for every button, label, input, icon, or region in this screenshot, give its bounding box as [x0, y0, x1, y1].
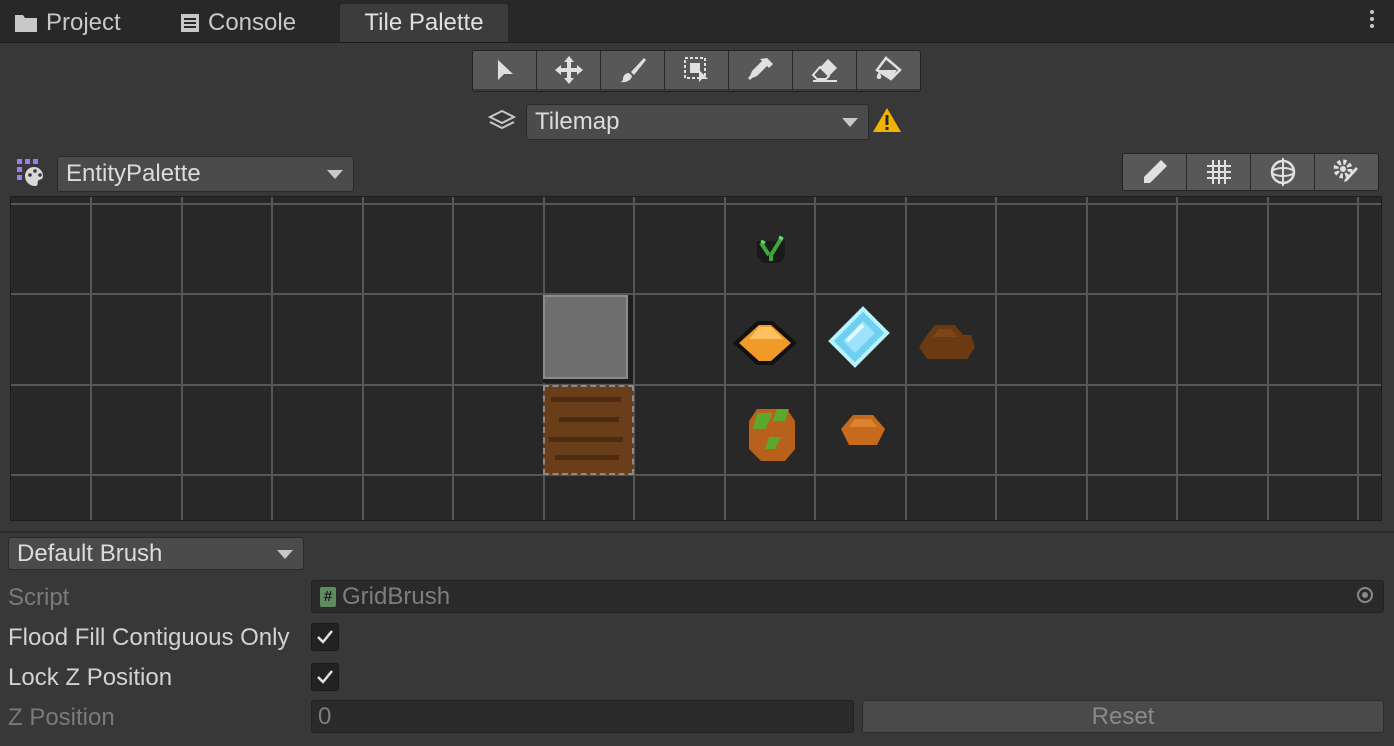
tab-project[interactable]: Project: [14, 4, 121, 42]
gizmos-button[interactable]: [1251, 154, 1315, 190]
move-tool[interactable]: [537, 51, 601, 89]
diamond-tile[interactable]: [823, 305, 895, 377]
palette-tools: [1122, 153, 1379, 191]
checkmark-icon: [317, 670, 333, 684]
chevron-down-icon: [277, 549, 293, 559]
tab-bar: Project Console Tile Palette: [0, 0, 1394, 43]
copper-nugget-tile[interactable]: [841, 413, 885, 449]
active-tilemap-dropdown[interactable]: Tilemap: [526, 104, 869, 140]
checkmark-icon: [317, 630, 333, 644]
warning-icon[interactable]: [872, 106, 902, 141]
eraser-icon: [811, 59, 837, 82]
flood-fill-tool[interactable]: [857, 51, 920, 89]
paintbrush-icon: [619, 58, 646, 83]
script-value: GridBrush: [342, 582, 451, 610]
tile-palette-grid[interactable]: [10, 196, 1382, 521]
palette-settings-icon: [1333, 159, 1358, 182]
chevron-down-icon: [327, 170, 343, 179]
paint-bucket-icon: [874, 56, 902, 81]
flood-fill-checkbox[interactable]: [311, 623, 339, 651]
lock-z-checkbox[interactable]: [311, 663, 339, 691]
tab-label: Tile Palette: [364, 9, 484, 36]
brush-dropdown[interactable]: Default Brush: [8, 537, 304, 570]
sprout-tile[interactable]: [751, 227, 791, 267]
script-field[interactable]: # GridBrush: [311, 580, 1384, 613]
grid-toggle-button[interactable]: [1187, 154, 1251, 190]
eyedropper-icon: [747, 58, 773, 80]
box-select-icon: [683, 57, 708, 82]
erase-tool[interactable]: [793, 51, 857, 89]
tab-console[interactable]: Console: [180, 4, 296, 42]
gizmos-icon: [1270, 158, 1295, 186]
select-tool[interactable]: [473, 51, 537, 89]
console-icon: [180, 13, 200, 33]
dirt-tile[interactable]: [543, 385, 634, 475]
tab-label: Console: [208, 9, 297, 36]
tile-tools-toolbar: [472, 50, 921, 92]
chevron-down-icon: [842, 118, 858, 127]
z-position-label: Z Position: [8, 704, 115, 731]
palette-settings-button[interactable]: [1315, 154, 1378, 190]
stone-tile[interactable]: [543, 295, 633, 383]
flood-fill-label: Flood Fill Contiguous Only: [8, 624, 290, 651]
brush-value: Default Brush: [17, 539, 163, 567]
grid-toggle-icon: [1206, 160, 1231, 184]
active-tilemap-value: Tilemap: [535, 108, 620, 135]
box-fill-tool[interactable]: [665, 51, 729, 89]
tile-palette-icon: [15, 158, 47, 195]
z-position-input[interactable]: 0: [311, 700, 854, 733]
palette-value: EntityPalette: [66, 160, 201, 187]
paint-brush-tool[interactable]: [601, 51, 665, 89]
tab-label: Project: [46, 9, 121, 36]
more-options-icon[interactable]: [1370, 10, 1376, 31]
move-arrows-icon: [554, 56, 583, 84]
folder-icon: [14, 13, 38, 33]
edit-palette-button[interactable]: [1123, 154, 1187, 190]
csharp-script-icon: #: [320, 586, 336, 607]
pick-tool[interactable]: [729, 51, 793, 89]
reset-label: Reset: [1091, 702, 1155, 730]
panel-separator: [0, 531, 1394, 533]
edit-palette-icon: [1143, 160, 1167, 183]
script-label: Script: [8, 584, 70, 611]
object-picker-icon[interactable]: [1357, 587, 1373, 603]
lock-z-label: Lock Z Position: [8, 664, 173, 691]
tab-tile-palette[interactable]: Tile Palette: [340, 4, 508, 42]
dirt-clump-tile[interactable]: [919, 321, 975, 367]
arrow-cursor-icon: [497, 60, 513, 80]
reset-button[interactable]: Reset: [862, 700, 1384, 733]
palette-dropdown[interactable]: EntityPalette: [57, 156, 354, 192]
z-position-value: 0: [318, 702, 332, 730]
mossy-rock-tile[interactable]: [749, 405, 795, 461]
layers-icon: [487, 108, 517, 143]
orange-ore-tile[interactable]: [733, 317, 797, 369]
